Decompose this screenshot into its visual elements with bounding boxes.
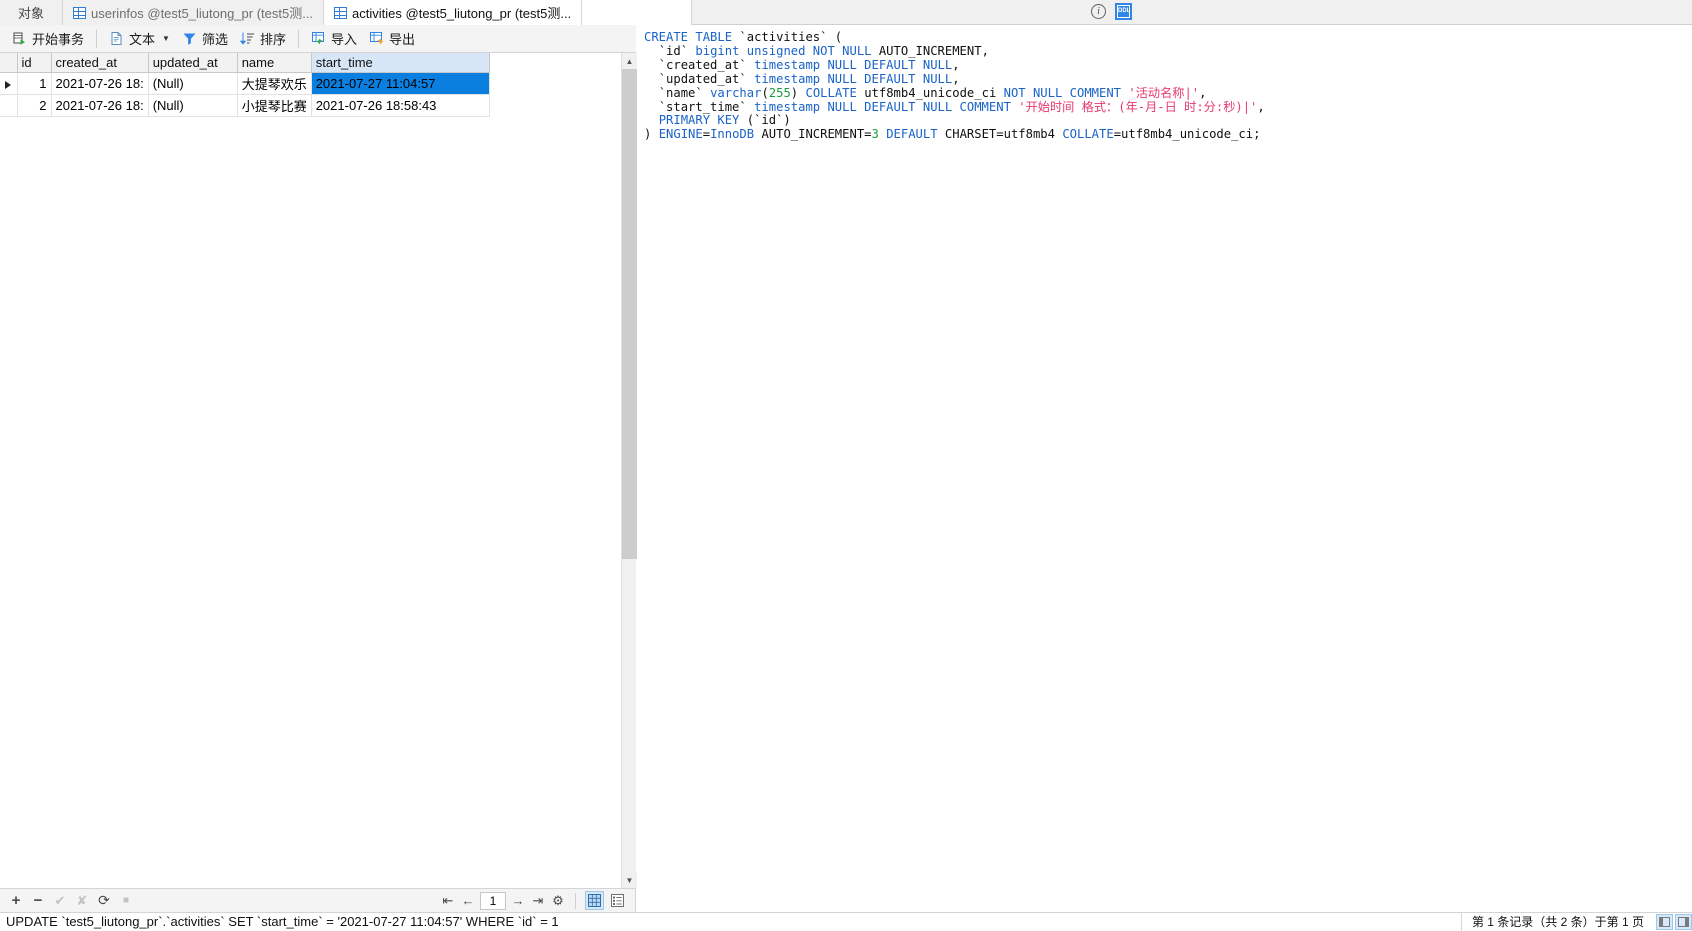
tab-empty-slot [582,0,693,25]
export-label: 导出 [389,32,416,47]
grid-header-row: id created_at updated_at name start_time [0,53,490,73]
cell-id[interactable]: 2 [17,94,52,117]
cell-start-time[interactable]: 2021-07-26 18:58:43 [311,94,490,117]
status-bar: UPDATE `test5_liutong_pr`.`activities` S… [0,912,1692,931]
filter-button[interactable]: 筛选 [176,27,234,51]
sort-button[interactable]: 排序 [234,27,292,51]
remove-record-button[interactable]: − [30,892,46,909]
column-header-start-time[interactable]: start_time [311,53,490,73]
last-page-button[interactable]: ⇥ [530,893,546,909]
tab-strip: 对象 userinfos @test5_liutong_pr (test5测..… [0,0,1692,25]
row-indicator-current [0,72,18,95]
export-button[interactable]: 导出 [363,27,421,51]
scroll-down-icon[interactable]: ▼ [622,872,637,888]
table-row[interactable]: 1 2021-07-26 18: (Null) 大提琴欢乐 2021-07-27… [0,72,490,95]
tab-userinfos[interactable]: userinfos @test5_liutong_pr (test5测... [63,0,325,25]
page-number-input[interactable]: 1 [480,891,506,910]
refresh-button[interactable]: ⟳ [96,892,112,909]
grid-vertical-scrollbar[interactable]: ▲ ▼ [621,53,637,888]
sort-label: 排序 [259,32,286,47]
cancel-edit-button[interactable]: ✘ [74,893,90,909]
cell-start-time[interactable]: 2021-07-27 11:04:57 [311,72,490,95]
transaction-icon [12,31,27,46]
prev-page-button[interactable]: ← [460,893,476,909]
cell-id[interactable]: 1 [17,72,52,95]
sort-icon [239,31,255,46]
filter-label: 筛选 [201,32,228,47]
cell-created-at[interactable]: 2021-07-26 18: [51,94,149,117]
ddl-preview-pane: i DDL CREATE TABLE `activities` ( `id` b… [637,3,1692,912]
tab-objects-label: 对象 [18,6,45,21]
tab-objects[interactable]: 对象 [0,0,64,25]
data-grid: id created_at updated_at name start_time… [0,53,636,888]
record-count-label: 第 1 条记录（共 2 条）于第 1 页 [1460,912,1654,931]
cell-name[interactable]: 小提琴比赛 [237,94,312,117]
import-icon [311,31,326,46]
info-icon[interactable]: i [1091,4,1106,19]
cell-created-at[interactable]: 2021-07-26 18: [51,72,149,95]
grid-footer-toolbar: + − ✔ ✘ ⟳ ■ ⇤ ← 1 → ⇥ ⚙ [0,888,636,912]
tab-activities-label: activities @test5_liutong_pr (test5测... [352,6,572,21]
ddl-code-block[interactable]: CREATE TABLE `activities` ( `id` bigint … [644,30,1265,142]
toolbar-separator [96,29,98,48]
grid-view-icon [588,894,601,907]
confirm-edit-button[interactable]: ✔ [52,893,68,909]
form-view-icon [611,894,624,907]
grid-view-button[interactable] [585,891,604,910]
navicat-table-window: 对象 userinfos @test5_liutong_pr (test5测..… [0,0,1692,931]
status-sql-text: UPDATE `test5_liutong_pr`.`activities` S… [6,914,559,929]
begin-transaction-button[interactable]: 开始事务 [6,27,90,51]
tab-activities[interactable]: activities @test5_liutong_pr (test5测... [324,0,583,25]
tab-userinfos-label: userinfos @test5_liutong_pr (test5测... [91,6,314,21]
add-record-button[interactable]: + [8,892,24,909]
import-button[interactable]: 导入 [305,27,363,51]
ddl-icon[interactable]: DDL [1115,3,1132,20]
cell-updated-at[interactable]: (Null) [148,72,238,95]
table-grid-icon [73,6,87,19]
toolbar-separator [297,29,299,48]
cell-name[interactable]: 大提琴欢乐 [237,72,312,95]
footer-separator [575,892,576,909]
table-row[interactable]: 2 2021-07-26 18: (Null) 小提琴比赛 2021-07-26… [0,94,490,117]
grid-toolbar: 开始事务 文本 ▼ 筛选 排序 导入 导出 [0,25,636,53]
row-indicator [0,94,18,117]
chevron-down-icon[interactable]: ▼ [162,34,170,43]
document-icon [109,31,124,46]
data-grid-table: id created_at updated_at name start_time… [0,53,490,117]
column-header-name[interactable]: name [237,53,312,73]
status-bar-right: 第 1 条记录（共 2 条）于第 1 页 [1460,912,1692,931]
row-indicator-header [0,53,18,73]
column-header-id[interactable]: id [17,53,52,73]
column-header-created-at[interactable]: created_at [51,53,149,73]
table-grid-icon [334,6,348,19]
cell-updated-at[interactable]: (Null) [148,94,238,117]
tab-strip-filler [692,0,1692,24]
begin-transaction-label: 开始事务 [32,32,85,47]
first-page-button[interactable]: ⇤ [440,893,456,909]
filter-icon [182,31,197,46]
form-view-button[interactable] [608,891,627,910]
text-button[interactable]: 文本 ▼ [103,27,176,51]
settings-gear-icon[interactable]: ⚙ [550,893,566,909]
stop-button[interactable]: ■ [118,893,134,909]
toggle-right-pane-button[interactable] [1675,913,1692,930]
export-icon [369,31,384,46]
toggle-left-pane-button[interactable] [1656,913,1673,930]
scroll-up-icon[interactable]: ▲ [622,53,637,69]
text-label: 文本 [129,32,156,47]
ddl-pane-tools: i DDL [1091,3,1132,20]
scrollbar-thumb[interactable] [622,69,637,559]
column-header-updated-at[interactable]: updated_at [148,53,238,73]
next-page-button[interactable]: → [510,893,526,909]
import-label: 导入 [330,32,357,47]
